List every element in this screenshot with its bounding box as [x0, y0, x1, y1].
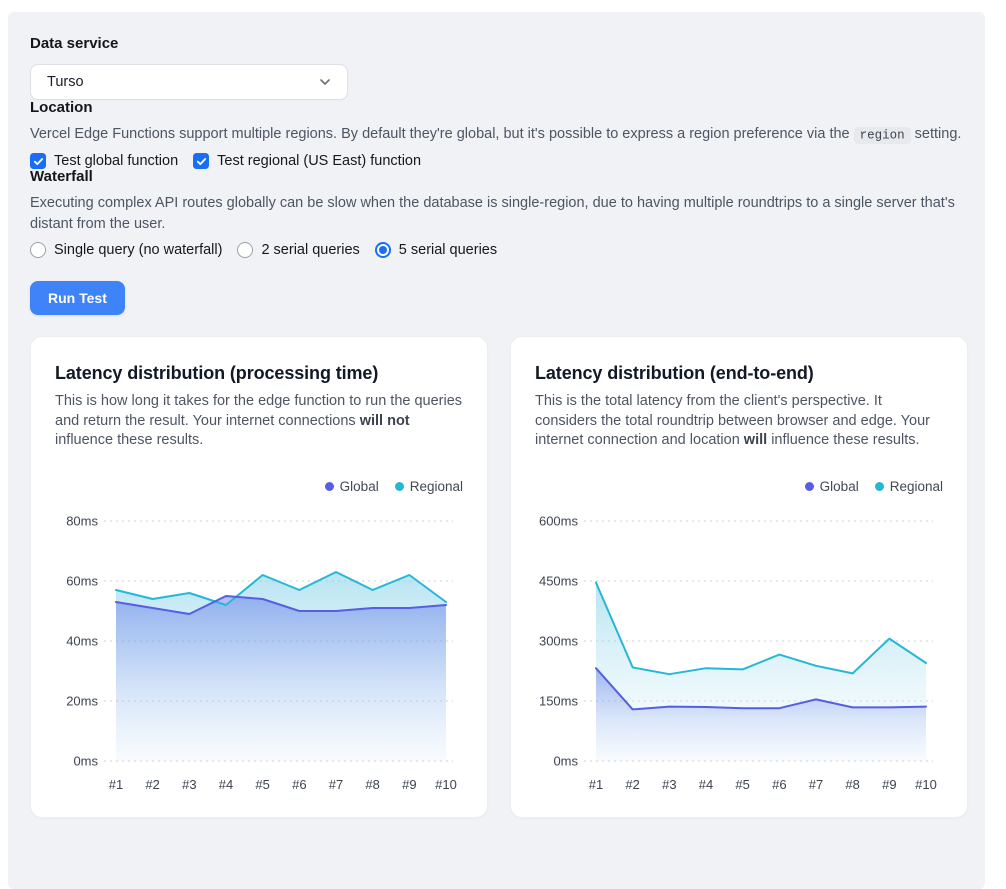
svg-text:#8: #8: [845, 777, 859, 792]
latency-chart-end-to-end: 0ms 150ms 300ms 450ms 600ms #1 #2 #3 #4 #5 #6 #7 #8 #…: [535, 505, 943, 803]
chart-legend: Global Regional: [535, 478, 943, 496]
legend-label: Global: [820, 479, 859, 494]
location-description-text: Vercel Edge Functions support multiple r…: [30, 126, 854, 142]
svg-text:150ms: 150ms: [539, 693, 579, 708]
legend-label: Regional: [890, 479, 943, 494]
card-title-processing-time: Latency distribution (processing time): [55, 361, 463, 385]
radio-label: Single query (no waterfall): [54, 242, 222, 258]
radio-label: 2 serial queries: [261, 242, 359, 258]
global-legend-dot-icon: [805, 482, 814, 491]
svg-text:#7: #7: [809, 777, 823, 792]
svg-text:#9: #9: [882, 777, 896, 792]
card-title-end-to-end: Latency distribution (end-to-end): [535, 361, 943, 385]
waterfall-description: Executing complex API routes globally ca…: [30, 193, 965, 235]
svg-text:#1: #1: [109, 777, 123, 792]
data-service-select[interactable]: Turso: [30, 64, 348, 100]
radio-icon: [375, 242, 391, 258]
location-checkbox-row: Test global function Test regional (US E…: [30, 153, 965, 169]
radio-icon: [237, 242, 253, 258]
card-description-tail: influence these results.: [55, 432, 203, 448]
svg-text:80ms: 80ms: [66, 513, 98, 528]
svg-text:#2: #2: [625, 777, 639, 792]
location-description-tail: setting.: [911, 126, 962, 142]
svg-text:#7: #7: [329, 777, 343, 792]
svg-text:450ms: 450ms: [539, 573, 579, 588]
region-code-chip: region: [854, 127, 911, 144]
main-panel: Data service Turso Location Vercel Edge …: [8, 12, 985, 889]
legend-item-regional: Regional: [395, 479, 463, 494]
chart-cards: Latency distribution (processing time) T…: [30, 336, 965, 818]
waterfall-radio-row: Single query (no waterfall) 2 serial que…: [30, 242, 965, 258]
regional-legend-dot-icon: [875, 482, 884, 491]
svg-text:20ms: 20ms: [66, 693, 98, 708]
chart-legend: Global Regional: [55, 478, 463, 496]
svg-text:#5: #5: [255, 777, 269, 792]
checkbox-test-global-function[interactable]: Test global function: [30, 153, 178, 169]
radio-icon: [30, 242, 46, 258]
svg-text:0ms: 0ms: [73, 753, 98, 768]
svg-text:60ms: 60ms: [66, 573, 98, 588]
regional-legend-dot-icon: [395, 482, 404, 491]
data-service-selected-value: Turso: [47, 74, 84, 90]
card-description: This is how long it takes for the edge f…: [55, 392, 463, 451]
checkbox-label: Test global function: [54, 153, 178, 169]
checkbox-icon: [193, 153, 209, 169]
legend-item-global: Global: [805, 479, 859, 494]
svg-text:#6: #6: [772, 777, 786, 792]
checkbox-icon: [30, 153, 46, 169]
radio-label: 5 serial queries: [399, 242, 497, 258]
legend-item-regional: Regional: [875, 479, 943, 494]
svg-text:#10: #10: [435, 777, 457, 792]
global-legend-dot-icon: [325, 482, 334, 491]
checkbox-label: Test regional (US East) function: [217, 153, 421, 169]
svg-text:#2: #2: [145, 777, 159, 792]
data-service-heading: Data service: [30, 36, 965, 52]
legend-label: Global: [340, 479, 379, 494]
radio-single-query[interactable]: Single query (no waterfall): [30, 242, 222, 258]
legend-item-global: Global: [325, 479, 379, 494]
waterfall-heading: Waterfall: [30, 169, 965, 185]
location-heading: Location: [30, 100, 965, 116]
svg-text:#3: #3: [182, 777, 196, 792]
svg-text:#4: #4: [699, 777, 713, 792]
latency-chart-processing-time: 0ms 20ms 40ms 60ms 80ms #1 #2 #3 #4 #5 #6 #7 #8 #9 #10: [55, 505, 463, 803]
svg-text:#10: #10: [915, 777, 937, 792]
chevron-down-icon: [317, 74, 333, 90]
svg-text:#1: #1: [589, 777, 603, 792]
card-processing-time: Latency distribution (processing time) T…: [30, 336, 488, 818]
radio-2-serial-queries[interactable]: 2 serial queries: [237, 242, 359, 258]
card-end-to-end: Latency distribution (end-to-end) This i…: [510, 336, 968, 818]
card-description-bold: will: [744, 432, 767, 448]
card-description-bold: will not: [360, 413, 410, 429]
svg-text:#8: #8: [365, 777, 379, 792]
svg-text:40ms: 40ms: [66, 633, 98, 648]
card-description: This is the total latency from the clien…: [535, 392, 943, 451]
svg-text:#3: #3: [662, 777, 676, 792]
radio-5-serial-queries[interactable]: 5 serial queries: [375, 242, 497, 258]
svg-text:#5: #5: [735, 777, 749, 792]
svg-text:600ms: 600ms: [539, 513, 579, 528]
svg-text:#9: #9: [402, 777, 416, 792]
svg-text:#6: #6: [292, 777, 306, 792]
svg-text:300ms: 300ms: [539, 633, 579, 648]
svg-text:0ms: 0ms: [553, 753, 578, 768]
card-description-tail: influence these results.: [767, 432, 919, 448]
legend-label: Regional: [410, 479, 463, 494]
location-description: Vercel Edge Functions support multiple r…: [30, 124, 965, 146]
run-test-button[interactable]: Run Test: [30, 281, 125, 315]
checkbox-test-regional-function[interactable]: Test regional (US East) function: [193, 153, 421, 169]
svg-text:#4: #4: [219, 777, 233, 792]
